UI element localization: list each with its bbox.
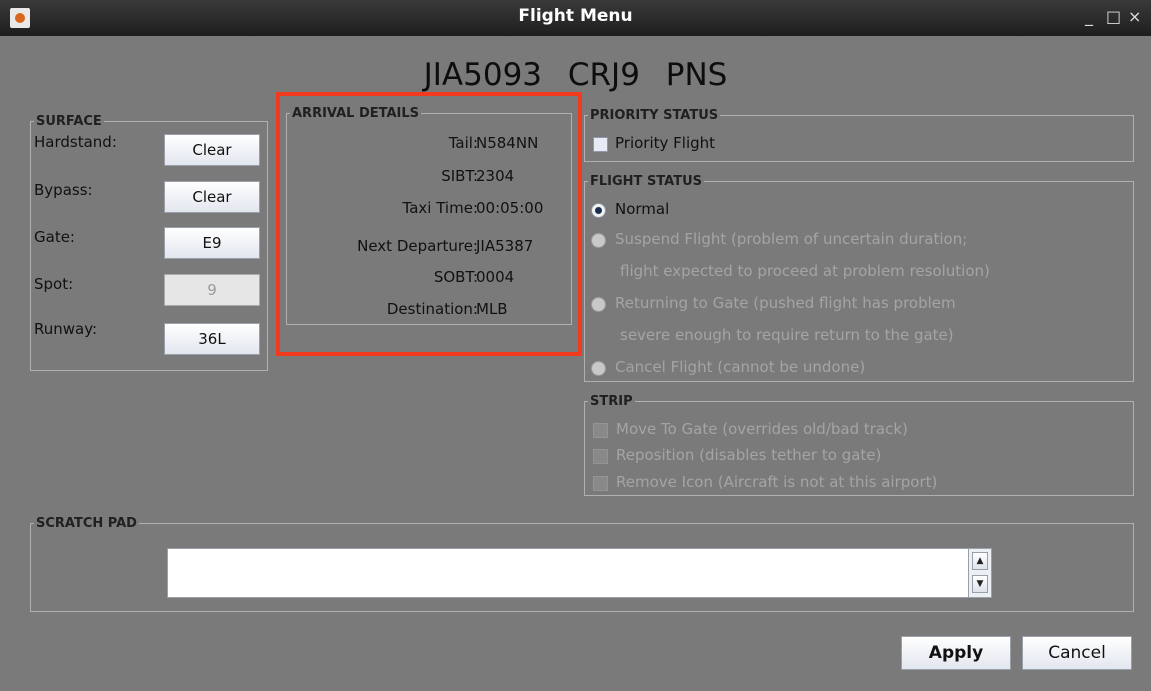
gate-label: Gate: <box>34 228 75 246</box>
spot-button: 9 <box>164 274 260 306</box>
returning-to-gate-label-line2: severe enough to require return to the g… <box>620 326 954 344</box>
callsign: JIA5093 <box>423 57 543 93</box>
scratch-pad-scrollbar[interactable]: ▲ ▼ <box>968 548 992 598</box>
cancel-button[interactable]: Cancel <box>1022 636 1132 670</box>
maximize-button[interactable]: □ <box>1106 7 1121 26</box>
reposition-checkbox <box>593 449 608 464</box>
normal-label[interactable]: Normal <box>615 200 669 218</box>
priority-flight-label[interactable]: Priority Flight <box>615 134 715 152</box>
surface-legend: SURFACE <box>36 114 102 129</box>
spot-label: Spot: <box>34 275 74 293</box>
suspend-flight-radio <box>591 233 606 248</box>
highlight-box <box>276 92 582 356</box>
returning-to-gate-label: Returning to Gate (pushed flight has pro… <box>615 294 956 312</box>
normal-radio[interactable] <box>591 203 606 218</box>
returning-to-gate-radio <box>591 297 606 312</box>
window-title: Flight Menu <box>518 6 633 26</box>
flight-status-legend: FLIGHT STATUS <box>590 174 703 189</box>
scroll-up-icon[interactable]: ▲ <box>972 552 988 570</box>
cancel-flight-label: Cancel Flight (cannot be undone) <box>615 358 866 376</box>
bypass-button[interactable]: Clear <box>164 181 260 213</box>
close-button[interactable]: × <box>1128 7 1141 26</box>
remove-icon-label: Remove Icon (Aircraft is not at this air… <box>616 473 938 491</box>
strip-legend: STRIP <box>590 394 633 409</box>
scratch-pad-textarea[interactable] <box>167 548 969 598</box>
suspend-flight-label-line2: flight expected to proceed at problem re… <box>620 262 990 280</box>
apply-button[interactable]: Apply <box>901 636 1011 670</box>
move-to-gate-checkbox <box>593 423 608 438</box>
reposition-label: Reposition (disables tether to gate) <box>616 446 882 464</box>
scratch-pad-legend: SCRATCH PAD <box>36 516 137 531</box>
aircraft-type: CRJ9 <box>567 57 640 93</box>
title-bar: Flight Menu _ □ × <box>0 0 1151 36</box>
gate-button[interactable]: E9 <box>164 227 260 259</box>
bypass-label: Bypass: <box>34 181 93 199</box>
runway-label: Runway: <box>34 320 98 338</box>
hardstand-label: Hardstand: <box>34 133 117 151</box>
priority-status-legend: PRIORITY STATUS <box>590 108 719 123</box>
runway-button[interactable]: 36L <box>164 323 260 355</box>
scroll-down-icon[interactable]: ▼ <box>972 575 988 593</box>
move-to-gate-label: Move To Gate (overrides old/bad track) <box>616 420 908 438</box>
flight-header: JIA5093 CRJ9 PNS <box>4 57 1147 93</box>
hardstand-button[interactable]: Clear <box>164 134 260 166</box>
minimize-button[interactable]: _ <box>1085 7 1093 26</box>
origin-airport: PNS <box>665 57 728 93</box>
suspend-flight-label: Suspend Flight (problem of uncertain dur… <box>615 230 968 248</box>
dialog-content: JIA5093 CRJ9 PNS SURFACE Hardstand: Clea… <box>4 36 1147 687</box>
priority-flight-checkbox[interactable] <box>593 137 608 152</box>
cancel-flight-radio <box>591 361 606 376</box>
remove-icon-checkbox <box>593 476 608 491</box>
